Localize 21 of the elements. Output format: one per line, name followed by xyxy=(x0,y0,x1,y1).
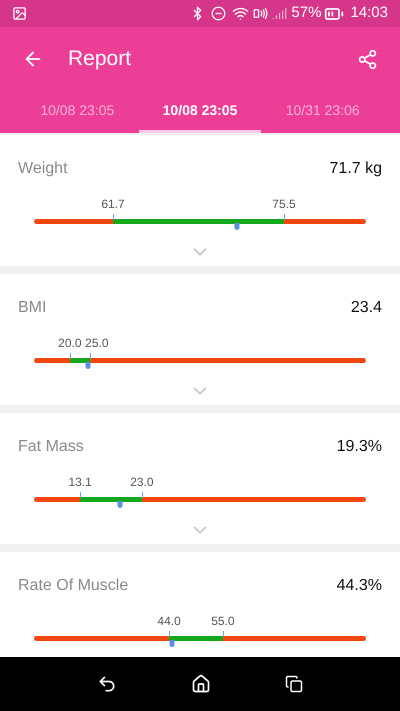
range-high-label: 25.0 xyxy=(85,335,109,352)
range-low-label: 44.0 xyxy=(157,613,181,630)
range-high-label: 55.0 xyxy=(211,613,235,630)
range-low-label: 20.0 xyxy=(58,335,82,352)
metric-value: 44.3% xyxy=(336,576,382,596)
range-low-label: 13.1 xyxy=(68,474,92,491)
range-high-label: 23.0 xyxy=(130,474,154,491)
metric-name: Fat Mass xyxy=(18,437,84,457)
metric-value: 71.7 kg xyxy=(330,159,382,179)
metric-name: Rate Of Muscle xyxy=(18,576,128,596)
date-tab[interactable]: 10/31 23:06 xyxy=(261,91,384,133)
battery-percent: 57% xyxy=(291,3,322,24)
range-low-label: 61.7 xyxy=(101,196,125,213)
clock: 14:03 xyxy=(350,3,388,24)
range-high-label: 75.5 xyxy=(272,196,296,213)
metric-value: 23.4 xyxy=(350,298,382,318)
metric-value: 19.3% xyxy=(336,437,382,457)
metric-name: Weight xyxy=(18,159,68,179)
date-tab[interactable]: 10/08 23:05 xyxy=(16,91,139,133)
screen-title: Report xyxy=(68,46,132,72)
metric-name: BMI xyxy=(18,298,46,318)
